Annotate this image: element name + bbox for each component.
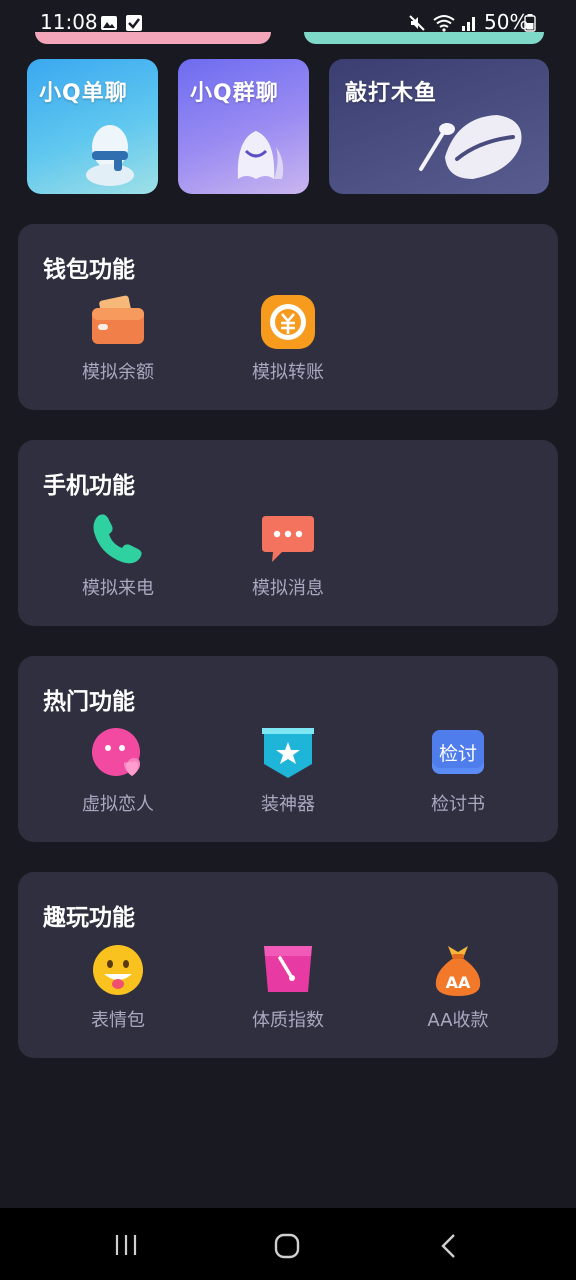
partial-card-right	[304, 32, 544, 44]
book-icon: 检讨	[432, 730, 484, 774]
money-bag-icon-text: AA	[446, 973, 471, 992]
tile-label: 模拟余额	[82, 362, 154, 383]
partial-card-left	[35, 32, 271, 44]
banner-title: 小Q群聊	[190, 81, 279, 106]
banner-title: 敲打木鱼	[345, 81, 438, 106]
tile-emoji[interactable]: 表情包	[48, 942, 188, 1042]
section-title: 热门功能	[43, 689, 135, 715]
banner-group-chat[interactable]: 小Q群聊	[178, 59, 309, 194]
section-fun: 趣玩功能 表情包 体质指数 AA AA收款	[18, 872, 558, 1058]
tile-show-off[interactable]: 装神器	[218, 726, 358, 826]
tile-label: 虚拟恋人	[82, 794, 154, 815]
banner-single-chat[interactable]: 小Q单聊	[27, 59, 158, 194]
book-icon-text: 检讨	[439, 743, 477, 765]
section-wallet: 钱包功能 模拟余额 模拟转账	[18, 224, 558, 410]
banner-title: 小Q单聊	[39, 81, 128, 106]
lover-face-icon	[92, 728, 140, 776]
tile-label: 体质指数	[252, 1010, 324, 1031]
tile-label: 表情包	[91, 1010, 145, 1031]
mute-icon	[409, 15, 425, 31]
tile-aa-payment[interactable]: AA AA收款	[388, 942, 528, 1042]
tile-label: 装神器	[261, 794, 315, 815]
section-title: 钱包功能	[43, 257, 135, 283]
tile-label: AA收款	[427, 1010, 489, 1031]
battery-icon	[524, 14, 536, 32]
tile-label: 模拟消息	[252, 578, 324, 599]
tile-simulated-transfer[interactable]: 模拟转账	[218, 294, 358, 394]
penguin-ghost-icon	[237, 131, 284, 179]
phone-icon	[93, 514, 142, 564]
recents-icon[interactable]	[113, 1232, 139, 1258]
message-icon	[262, 516, 314, 562]
wifi-icon	[433, 15, 455, 32]
navigation-bar	[0, 1208, 576, 1280]
emoji-icon	[93, 945, 143, 995]
section-phone: 手机功能 模拟来电 模拟消息	[18, 440, 558, 626]
tile-label: 模拟来电	[82, 578, 154, 599]
tile-simulated-message[interactable]: 模拟消息	[218, 510, 358, 610]
signal-icon	[462, 17, 475, 31]
penguin-scarf-icon	[86, 125, 134, 186]
section-title: 趣玩功能	[43, 905, 135, 931]
status-time: 11:08	[40, 10, 98, 34]
money-bag-icon: AA	[435, 946, 481, 996]
check-icon	[126, 15, 142, 31]
tile-virtual-lover[interactable]: 虚拟恋人	[48, 726, 188, 826]
banner-wooden-fish[interactable]: 敲打木鱼	[329, 59, 549, 194]
tile-simulated-balance[interactable]: 模拟余额	[48, 294, 188, 394]
home-icon[interactable]	[273, 1232, 301, 1260]
wooden-fish-icon	[419, 115, 522, 179]
tile-bmi[interactable]: 体质指数	[218, 942, 358, 1042]
section-hot: 热门功能 虚拟恋人 装神器 检讨 检讨书	[18, 656, 558, 842]
tile-simulated-call[interactable]: 模拟来电	[48, 510, 188, 610]
tile-label: 模拟转账	[252, 362, 324, 383]
battery-percent: 50%	[484, 10, 529, 34]
tile-self-criticism[interactable]: 检讨 检讨书	[388, 726, 528, 826]
tile-label: 检讨书	[431, 794, 485, 815]
back-icon[interactable]	[438, 1232, 460, 1260]
badge-star-icon	[262, 728, 314, 778]
section-title: 手机功能	[43, 473, 135, 499]
transfer-icon	[261, 295, 315, 349]
gauge-icon	[264, 946, 312, 992]
wallet-icon	[92, 295, 144, 344]
image-icon	[101, 16, 117, 30]
